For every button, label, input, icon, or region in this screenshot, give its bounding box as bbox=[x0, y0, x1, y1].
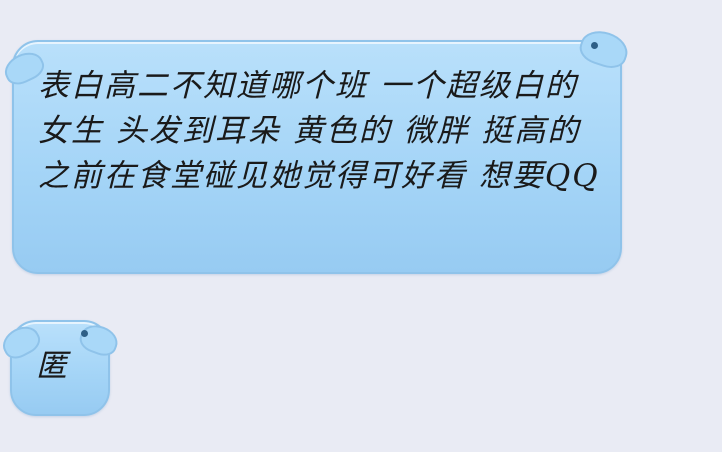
chat-view: 表白高二不知道哪个班 一个超级白的女生 头发到耳朵 黄色的 微胖 挺高的 之前在… bbox=[0, 0, 722, 452]
bubble-eye-decoration bbox=[81, 330, 88, 337]
message-bubble[interactable]: 匿 bbox=[0, 320, 122, 416]
message-text: 匿 bbox=[36, 348, 69, 384]
message-text: 表白高二不知道哪个班 一个超级白的女生 头发到耳朵 黄色的 微胖 挺高的 之前在… bbox=[38, 68, 600, 194]
bubble-eye-decoration bbox=[591, 42, 598, 49]
message-bubble[interactable]: 表白高二不知道哪个班 一个超级白的女生 头发到耳朵 黄色的 微胖 挺高的 之前在… bbox=[0, 25, 633, 274]
bubble-decoration bbox=[76, 320, 122, 360]
